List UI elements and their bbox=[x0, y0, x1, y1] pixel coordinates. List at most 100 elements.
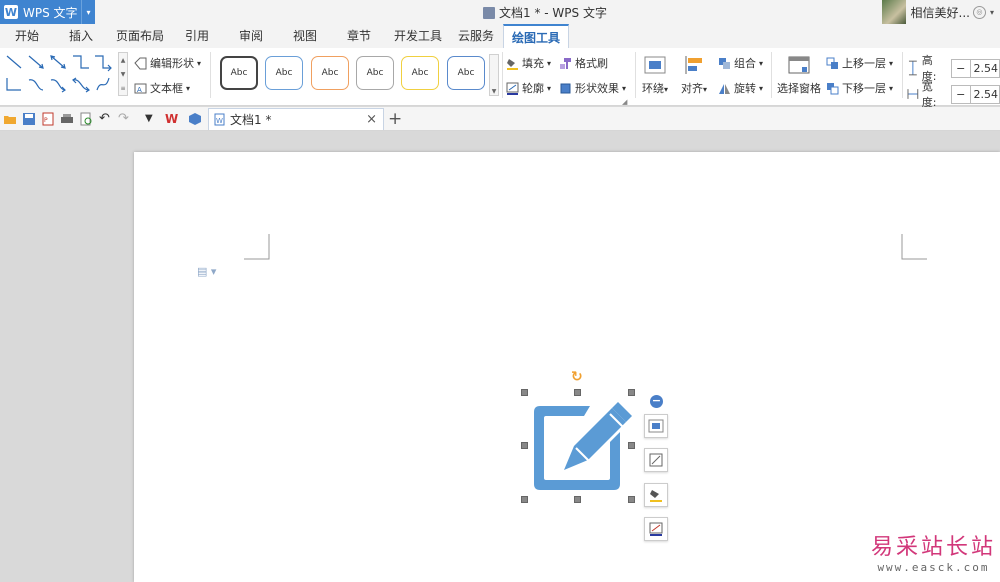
svg-text:W: W bbox=[216, 117, 223, 125]
line-gallery-scroll[interactable]: ▲ ▼ ≡ bbox=[118, 52, 128, 96]
collapse-toolbar-icon[interactable]: − bbox=[650, 395, 663, 408]
bring-forward-button[interactable]: 上移一层 ▾ bbox=[826, 55, 893, 71]
app-menu-button[interactable]: W WPS 文字 ▾ bbox=[0, 0, 95, 24]
cloud-cube-icon[interactable] bbox=[188, 112, 202, 126]
style-swatch-5[interactable]: Abc bbox=[401, 56, 439, 90]
line-shapes-icon[interactable] bbox=[4, 52, 116, 96]
shape-effects-label: 形状效果 bbox=[575, 82, 619, 95]
tab-review[interactable]: 审阅 bbox=[230, 24, 272, 48]
resize-handle[interactable] bbox=[521, 389, 528, 396]
resize-handle[interactable] bbox=[521, 496, 528, 503]
edit-shape-button[interactable]: 编辑形状 ▾ bbox=[134, 55, 201, 71]
format-painter-button[interactable]: 格式刷 bbox=[559, 55, 608, 71]
customize-toolbar-icon[interactable]: ▼ bbox=[145, 112, 159, 126]
document-workspace[interactable]: ▤ ▾ ↻ − 易采站长站 www.easck.com bbox=[0, 132, 1000, 582]
new-tab-icon[interactable]: + bbox=[388, 109, 402, 129]
wrap-button[interactable]: 环绕▾ bbox=[642, 54, 668, 96]
dialog-launcher-icon[interactable]: ◢ bbox=[622, 98, 627, 106]
group-icon bbox=[719, 57, 730, 69]
ribbon-divider bbox=[502, 52, 503, 98]
menu-tabs: 开始 插入 页面布局 引用 审阅 视图 章节 开发工具 云服务 绘图工具 bbox=[0, 24, 1000, 48]
tab-view[interactable]: 视图 bbox=[284, 24, 326, 48]
shape-effects-button[interactable]: 形状效果 ▾ bbox=[559, 80, 626, 96]
selection-pane-label: 选择窗格 bbox=[777, 82, 821, 95]
print-preview-icon[interactable] bbox=[79, 112, 93, 126]
align-button[interactable]: 对齐▾ bbox=[681, 54, 707, 96]
tab-references[interactable]: 引用 bbox=[176, 24, 218, 48]
open-folder-icon[interactable] bbox=[3, 112, 17, 126]
selection-pane-icon bbox=[788, 56, 810, 74]
style-swatch-4[interactable]: Abc bbox=[356, 56, 394, 90]
layout-options-button[interactable] bbox=[644, 414, 668, 438]
line-shapes-gallery[interactable] bbox=[4, 52, 116, 96]
rotate-button[interactable]: 旋转 ▾ bbox=[718, 80, 763, 96]
edit-shape-label: 编辑形状 bbox=[150, 57, 194, 70]
gallery-expand-icon[interactable]: ≡ bbox=[120, 85, 125, 92]
selection-pane-button[interactable]: 选择窗格 bbox=[777, 54, 821, 96]
document-page[interactable]: ▤ ▾ ↻ − bbox=[134, 152, 1000, 582]
save-icon[interactable] bbox=[22, 112, 36, 126]
outline-button[interactable] bbox=[644, 517, 668, 541]
resize-handle[interactable] bbox=[628, 496, 635, 503]
tab-home[interactable]: 开始 bbox=[4, 24, 50, 48]
rotate-handle-icon[interactable]: ↻ bbox=[571, 370, 585, 384]
avatar[interactable] bbox=[881, 0, 906, 24]
send-backward-button[interactable]: 下移一层 ▾ bbox=[826, 80, 893, 96]
resize-handle[interactable] bbox=[574, 389, 581, 396]
style-swatch-6[interactable]: Abc bbox=[447, 56, 485, 90]
user-status-icon[interactable]: ◎ bbox=[972, 5, 986, 19]
close-tab-icon[interactable]: × bbox=[366, 112, 377, 127]
width-decrement-button[interactable]: − bbox=[950, 84, 971, 104]
ribbon: ▲ ▼ ≡ 编辑形状 ▾ A 文本框 ▾ Abc Abc Abc Abc Abc A… bbox=[0, 48, 1000, 109]
tab-page-layout[interactable]: 页面布局 bbox=[112, 24, 168, 48]
style-swatch-1[interactable]: Abc bbox=[220, 56, 258, 90]
user-name[interactable]: 相信美好... bbox=[911, 4, 970, 21]
document-icon bbox=[483, 6, 495, 19]
fill-button[interactable] bbox=[644, 483, 668, 507]
undo-icon[interactable]: ↶ bbox=[99, 112, 113, 126]
height-decrement-button[interactable]: − bbox=[950, 58, 971, 78]
edit-shape-object[interactable]: ↻ bbox=[521, 370, 635, 503]
watermark-text: 易采站长站 bbox=[870, 535, 996, 560]
text-box-label: 文本框 bbox=[150, 82, 183, 95]
tab-insert[interactable]: 插入 bbox=[58, 24, 104, 48]
tab-developer-tools[interactable]: 开发工具 bbox=[390, 24, 446, 48]
align-icon bbox=[685, 56, 702, 74]
resize-handle[interactable] bbox=[574, 496, 581, 503]
wps-brand-icon[interactable]: W bbox=[165, 112, 179, 126]
width-input[interactable]: 2.54 bbox=[970, 84, 1000, 104]
user-area[interactable]: 相信美好... ◎ ▾ bbox=[881, 0, 1000, 24]
resize-handle[interactable] bbox=[628, 389, 635, 396]
redo-icon[interactable]: ↷ bbox=[118, 112, 132, 126]
document-tab[interactable]: W 文档1 * × bbox=[208, 108, 384, 130]
user-dropdown-icon[interactable]: ▾ bbox=[990, 8, 994, 17]
rotate-icon bbox=[719, 83, 730, 94]
print-icon[interactable] bbox=[60, 112, 74, 126]
tab-drawing-tools[interactable]: 绘图工具 bbox=[503, 24, 569, 48]
tab-chapter[interactable]: 章节 bbox=[338, 24, 380, 48]
style-swatch-3[interactable]: Abc bbox=[311, 56, 349, 90]
style-gallery-expand[interactable]: ▼ bbox=[489, 54, 499, 96]
height-input[interactable]: 2.54 bbox=[970, 58, 1000, 78]
rotate-label: 旋转 bbox=[734, 82, 756, 95]
paragraph-layout-icon[interactable]: ▤ ▾ bbox=[197, 265, 216, 278]
ribbon-divider bbox=[771, 52, 772, 98]
export-pdf-icon[interactable]: P bbox=[41, 112, 55, 126]
resize-handle[interactable] bbox=[521, 442, 528, 449]
scroll-up-icon[interactable]: ▲ bbox=[121, 57, 126, 64]
app-dropdown-icon[interactable]: ▾ bbox=[81, 0, 95, 24]
shape-style-button[interactable] bbox=[644, 448, 668, 472]
outline-label: 轮廓 bbox=[522, 82, 544, 95]
window-title: 文档1 * - WPS 文字 bbox=[483, 4, 607, 21]
text-box-button[interactable]: A 文本框 ▾ bbox=[134, 80, 190, 96]
gallery-expand-icon[interactable]: ▼ bbox=[492, 88, 497, 95]
group-button[interactable]: 组合 ▾ bbox=[718, 55, 763, 71]
tab-cloud-service[interactable]: 云服务 bbox=[454, 24, 498, 48]
fill-button[interactable]: 填充 ▾ bbox=[506, 55, 551, 71]
site-watermark: 易采站长站 www.easck.com bbox=[871, 529, 996, 574]
outline-button[interactable]: 轮廓 ▾ bbox=[506, 80, 551, 96]
style-swatch-2[interactable]: Abc bbox=[265, 56, 303, 90]
edit-pencil-icon[interactable] bbox=[524, 392, 632, 500]
scroll-down-icon[interactable]: ▼ bbox=[121, 71, 126, 78]
resize-handle[interactable] bbox=[628, 442, 635, 449]
